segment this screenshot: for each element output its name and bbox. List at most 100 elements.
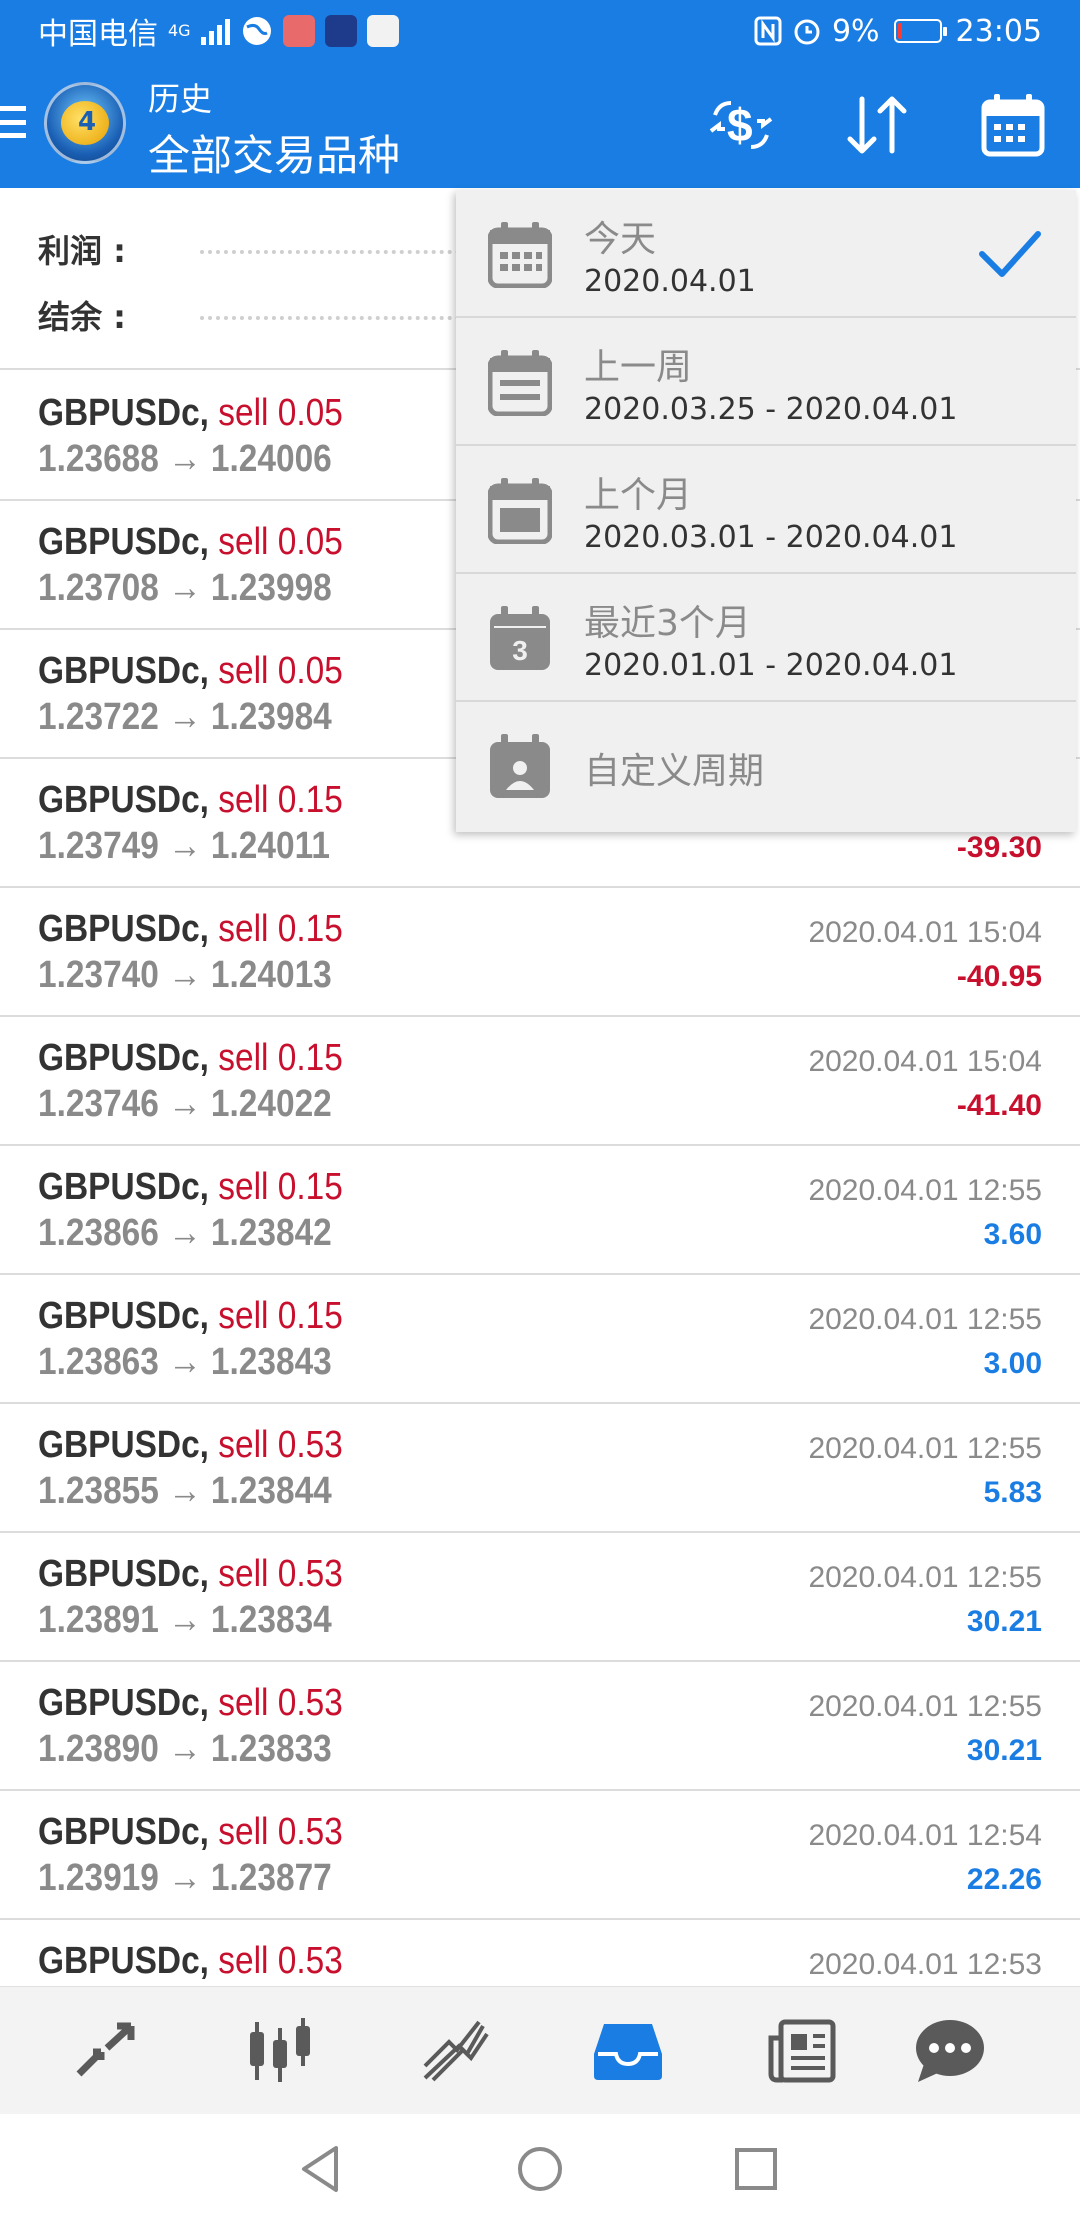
trade-profit: 5.83 — [983, 1476, 1042, 1509]
trade-prices: 1.23919 → 1.23877 — [38, 1857, 332, 1899]
sort-icon — [847, 96, 907, 154]
trade-row[interactable]: GBPUSDc, sell 0.53 1.23919 → 1.23877 2020.… — [0, 1791, 1080, 1920]
profit-leader — [200, 250, 460, 254]
period-last-week[interactable]: 上一周 2020.03.25 - 2020.04.01 — [456, 318, 1076, 446]
trade-symbol: GBPUSDc, — [38, 908, 209, 950]
period-label: 自定义周期 — [584, 751, 765, 792]
trade-profit: -40.95 — [956, 960, 1042, 993]
quotes-arrows-icon — [76, 2022, 135, 2077]
trade-row[interactable]: GBPUSDc, sell 0.53 1.23855 → 1.23844 2020.… — [0, 1404, 1080, 1533]
page-subtitle: 历史 — [148, 80, 213, 118]
battery-level — [897, 23, 902, 39]
checkmark-icon — [979, 231, 1041, 277]
recents-icon[interactable] — [731, 2144, 781, 2194]
period-label: 上个月 — [584, 475, 693, 516]
history-inbox-icon — [594, 2024, 662, 2080]
trade-symbol-line: GBPUSDc, sell 0.15 — [38, 908, 343, 951]
period-dropdown: 今天 2020.04.01 上一周 2020.03.25 - 2020.04.0… — [456, 190, 1076, 832]
calendar-button[interactable] — [976, 88, 1050, 162]
battery-percent: 9% — [831, 13, 880, 49]
trade-row[interactable]: GBPUSDc, sell 0.15 1.23863 → 1.23843 2020.… — [0, 1275, 1080, 1404]
trade-prices: 1.23890 → 1.23833 — [38, 1728, 332, 1770]
trade-symbol: GBPUSDc, — [38, 1166, 209, 1208]
period-label: 上一周 — [584, 347, 693, 388]
nav-news[interactable] — [762, 2011, 842, 2091]
trade-close-time: 2020.04.01 12:53 — [808, 1948, 1042, 1981]
chat-bubble-icon — [916, 2020, 984, 2082]
trade-row[interactable]: GBPUSDc, sell 0.53 1.23890 → 1.23833 2020.… — [0, 1662, 1080, 1791]
calendar-month-icon — [488, 478, 552, 544]
trade-profit: 3.00 — [983, 1347, 1042, 1380]
home-icon[interactable] — [515, 2144, 565, 2194]
trade-close-time: 2020.04.01 12:55 — [808, 1432, 1042, 1465]
alarm-icon — [794, 19, 820, 45]
sort-button[interactable] — [840, 88, 914, 162]
trade-side-volume: sell 0.15 — [218, 908, 343, 950]
trade-symbol-line: GBPUSDc, sell 0.15 — [38, 779, 343, 822]
trade-symbol: GBPUSDc, — [38, 650, 209, 692]
nfc-icon — [754, 16, 782, 46]
nav-chart[interactable] — [240, 2011, 320, 2091]
trade-close-time: 2020.04.01 12:55 — [808, 1690, 1042, 1723]
calendar-icon — [981, 94, 1045, 157]
calendar-custom-icon — [490, 734, 550, 798]
screen: 中国电信 4G 9% 23:05 历史 全部交易品种 $ — [0, 0, 1080, 2220]
trade-symbol: GBPUSDc, — [38, 1424, 209, 1466]
trade-symbol: GBPUSDc, — [38, 1295, 209, 1337]
trade-symbol: GBPUSDc, — [38, 521, 209, 563]
menu-icon[interactable] — [0, 106, 26, 138]
profit-label: 利润 : — [38, 232, 126, 270]
trade-side-volume: sell 0.53 — [218, 1940, 343, 1982]
period-last-3-months[interactable]: 3 最近3个月 2020.01.01 - 2020.04.01 — [456, 574, 1076, 702]
trade-row[interactable]: GBPUSDc, sell 0.53 1.23891 → 1.23834 2020.… — [0, 1533, 1080, 1662]
trade-prices: 1.23866 → 1.23842 — [38, 1212, 332, 1254]
nav-chat[interactable] — [910, 2011, 990, 2091]
period-range: 2020.03.25 - 2020.04.01 — [584, 392, 958, 427]
trade-close-time: 2020.04.01 15:04 — [808, 1045, 1042, 1078]
trade-side-volume: sell 0.05 — [218, 521, 343, 563]
nav-history[interactable] — [588, 2011, 668, 2091]
nav-trade[interactable] — [414, 2011, 494, 2091]
trade-row[interactable]: GBPUSDc, sell 0.15 1.23740 → 1.24013 2020.… — [0, 888, 1080, 1017]
period-last-month[interactable]: 上个月 2020.03.01 - 2020.04.01 — [456, 446, 1076, 574]
nav-quotes[interactable] — [66, 2011, 146, 2091]
period-custom[interactable]: 自定义周期 — [456, 702, 1076, 832]
trade-row[interactable]: GBPUSDc, sell 0.15 1.23746 → 1.24022 2020.… — [0, 1017, 1080, 1146]
trade-prices: 1.23722 → 1.23984 — [38, 696, 332, 738]
currency-filter-button[interactable]: $ — [704, 88, 778, 162]
globe-app-icon — [242, 17, 271, 45]
trade-profit: 30.21 — [966, 1605, 1042, 1638]
svg-text:$: $ — [727, 99, 753, 151]
signal-icon — [200, 19, 230, 45]
trade-prices: 1.23891 → 1.23834 — [38, 1599, 332, 1641]
trade-symbol-line: GBPUSDc, sell 0.15 — [38, 1295, 343, 1338]
trade-side-volume: sell 0.53 — [218, 1553, 343, 1595]
trade-close-time: 2020.04.01 12:55 — [808, 1174, 1042, 1207]
currency-filter-icon: $ — [709, 99, 773, 151]
trade-side-volume: sell 0.15 — [218, 779, 343, 821]
trade-side-volume: sell 0.53 — [218, 1682, 343, 1724]
trade-line-icon — [423, 2020, 489, 2082]
battery-icon — [893, 19, 947, 43]
trade-profit: 3.60 — [983, 1218, 1042, 1251]
calendar-3-months-icon: 3 — [490, 606, 550, 670]
m-app-icon — [324, 15, 357, 47]
status-bar: 中国电信 4G 9% 23:05 — [0, 0, 1080, 62]
trade-side-volume: sell 0.05 — [218, 392, 343, 434]
trade-symbol-line: GBPUSDc, sell 0.15 — [38, 1166, 343, 1209]
period-range: 2020.04.01 — [584, 264, 756, 299]
trade-prices: 1.23855 → 1.23844 — [38, 1470, 332, 1512]
back-icon[interactable] — [298, 2144, 348, 2194]
period-today[interactable]: 今天 2020.04.01 — [456, 190, 1076, 318]
trade-symbol: GBPUSDc, — [38, 1682, 209, 1724]
calendar-number: 3 — [512, 635, 528, 666]
trade-side-volume: sell 0.05 — [218, 650, 343, 692]
network-type: 4G — [168, 21, 191, 40]
trade-row[interactable]: GBPUSDc, sell 0.15 1.23866 → 1.23842 2020.… — [0, 1146, 1080, 1275]
trade-side-volume: sell 0.53 — [218, 1424, 343, 1466]
page-title[interactable]: 全部交易品种 — [148, 122, 400, 183]
trade-prices: 1.23749 → 1.24011 — [38, 825, 330, 867]
period-range: 2020.01.01 - 2020.04.01 — [584, 648, 958, 683]
trade-side-volume: sell 0.15 — [218, 1295, 343, 1337]
trade-symbol-line: GBPUSDc, sell 0.53 — [38, 1682, 343, 1725]
